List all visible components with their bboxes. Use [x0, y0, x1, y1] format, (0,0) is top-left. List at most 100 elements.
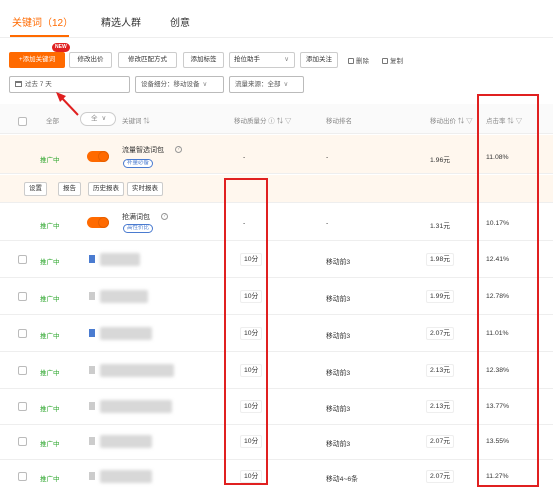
- ctr-value: 12.38%: [486, 367, 510, 374]
- mobile-bid[interactable]: 1.31元: [430, 220, 450, 230]
- edit-match-button[interactable]: 修改匹配方式: [118, 52, 177, 68]
- status-label: 推广中: [40, 441, 60, 448]
- quality-score: 10分: [240, 364, 263, 377]
- calendar-icon: [15, 81, 22, 87]
- column-keyword[interactable]: 关键词 ⇅: [122, 115, 150, 125]
- tab-bar: 关键词（12） 精选人群 创意: [0, 0, 553, 38]
- mobile-rank: 移动前3: [326, 259, 351, 266]
- mobile-bid[interactable]: 2.07元: [426, 470, 455, 483]
- bookmark-icon[interactable]: [89, 255, 95, 263]
- blurred-keyword: [100, 400, 172, 413]
- status-label: 推广中: [40, 406, 60, 413]
- delete-button[interactable]: 删除: [348, 55, 369, 65]
- tab-audience[interactable]: 精选人群: [101, 14, 141, 29]
- table-row: 推广中 10分 移动前3 1.98元 12.41%: [0, 241, 553, 278]
- add-follow-button[interactable]: 添加关注: [300, 52, 338, 68]
- table-row: 推广中 10分 移动前3 1.99元 12.78%: [0, 278, 553, 315]
- status-label: 推广中: [40, 476, 60, 483]
- edit-bid-button[interactable]: 修改出价: [69, 52, 112, 68]
- keyword-name[interactable]: 抢满词包: [122, 212, 150, 222]
- mobile-rank: 移动前3: [326, 406, 351, 413]
- status-label: 推广中: [40, 333, 60, 340]
- help-icon: ?: [175, 146, 182, 153]
- ctr-value: 11.01%: [486, 330, 509, 337]
- rank-helper-label: 抢位助手: [234, 56, 260, 63]
- row-checkbox[interactable]: [18, 292, 27, 301]
- device-select[interactable]: 设备细分：移动设备 ∨: [135, 76, 224, 93]
- add-keyword-button[interactable]: +添加关键词: [9, 52, 65, 68]
- row-actions-bar: [0, 175, 553, 203]
- report-button[interactable]: 报告: [58, 182, 81, 196]
- quality-score: 10分: [240, 470, 263, 483]
- campaign-toggle[interactable]: [87, 217, 109, 228]
- mobile-rank: 移动前3: [326, 296, 351, 303]
- column-ctr[interactable]: 点击率 ⇅ ▽: [486, 115, 522, 125]
- bookmark-icon[interactable]: [89, 366, 95, 374]
- column-mobile-bid[interactable]: 移动出价 ⇅ ▽: [430, 115, 473, 125]
- row-checkbox[interactable]: [18, 329, 27, 338]
- status-label: 推广中: [40, 223, 60, 230]
- select-all-label: 全: [91, 115, 98, 122]
- help-icon: ?: [161, 213, 168, 220]
- keyword-name[interactable]: 流量智选词包: [122, 145, 164, 155]
- chevron-down-icon: ∨: [101, 115, 107, 122]
- column-mobile-quality[interactable]: 移动质量分 ⓘ ⇅ ▽: [234, 115, 291, 125]
- active-tab-indicator: [10, 35, 69, 37]
- row-checkbox[interactable]: [18, 402, 27, 411]
- mobile-bid[interactable]: 2.13元: [426, 400, 455, 413]
- row-checkbox[interactable]: [18, 255, 27, 264]
- status-label: 推广中: [40, 370, 60, 377]
- tab-creative[interactable]: 创意: [170, 14, 190, 29]
- status-label: 推广中: [40, 157, 60, 164]
- table-row: 推广中 流量智选词包 ? 补量必备 - - 1.96元 11.08%: [0, 135, 553, 174]
- quality-score: 10分: [240, 290, 263, 303]
- bookmark-icon[interactable]: [89, 437, 95, 445]
- mobile-bid[interactable]: 2.13元: [426, 364, 455, 377]
- mobile-bid[interactable]: 1.98元: [426, 253, 455, 266]
- copy-icon: [382, 58, 388, 64]
- mobile-rank: 移动前3: [326, 333, 351, 340]
- settings-button[interactable]: 设置: [24, 182, 47, 196]
- mobile-bid[interactable]: 1.96元: [430, 154, 450, 164]
- traffic-source-select[interactable]: 流量来源：全部 ∨: [229, 76, 304, 93]
- mobile-rank: -: [326, 220, 329, 227]
- select-all-dropdown[interactable]: 全 ∨: [80, 112, 116, 126]
- row-checkbox[interactable]: [18, 472, 27, 481]
- quality-score: 10分: [240, 253, 263, 266]
- select-all-checkbox[interactable]: [18, 117, 27, 126]
- bookmark-icon[interactable]: [89, 329, 95, 337]
- row-checkbox[interactable]: [18, 437, 27, 446]
- blurred-keyword: [100, 327, 152, 340]
- realtime-report-button[interactable]: 实时报表: [127, 182, 163, 196]
- bookmark-icon[interactable]: [89, 472, 95, 480]
- blurred-keyword: [100, 290, 148, 303]
- mobile-bid[interactable]: 1.99元: [426, 290, 455, 303]
- row-checkbox[interactable]: [18, 366, 27, 375]
- table-row: 推广中 10分 移动4~6条 2.07元 11.27%: [0, 460, 553, 493]
- mobile-bid[interactable]: 2.07元: [426, 327, 455, 340]
- ctr-value: 11.27%: [486, 473, 509, 480]
- status-label: 推广中: [40, 259, 60, 266]
- blurred-keyword: [100, 253, 140, 266]
- campaign-toggle[interactable]: [87, 151, 109, 162]
- history-report-button[interactable]: 历史报表: [88, 182, 124, 196]
- ctr-value: 13.55%: [486, 438, 510, 445]
- bookmark-icon[interactable]: [89, 292, 95, 300]
- table-row: 推广中 10分 移动前3 2.07元 13.55%: [0, 425, 553, 460]
- copy-button[interactable]: 复制: [382, 55, 403, 65]
- table-row: 推广中 10分 移动前3 2.07元 11.01%: [0, 315, 553, 352]
- column-mobile-rank[interactable]: 移动排名: [326, 115, 352, 125]
- blurred-keyword: [100, 364, 174, 377]
- tab-keywords[interactable]: 关键词（12）: [12, 14, 73, 29]
- add-tag-button[interactable]: 添加标签: [183, 52, 224, 68]
- chevron-down-icon: ∨: [283, 81, 289, 88]
- table-row: 推广中 10分 移动前3 2.13元 13.77%: [0, 389, 553, 425]
- quality-score: 10分: [240, 400, 263, 413]
- bookmark-icon[interactable]: [89, 402, 95, 410]
- rank-helper-dropdown[interactable]: 抢位助手 ∨: [229, 52, 295, 68]
- mobile-rank: 移动前3: [326, 441, 351, 448]
- table-row: 推广中 抢满词包 ? 高性价比 - - 1.31元 10.17%: [0, 204, 553, 241]
- quality-score: -: [243, 154, 246, 161]
- mobile-bid[interactable]: 2.07元: [426, 435, 455, 448]
- table-row: 推广中 10分 移动前3 2.13元 12.38%: [0, 352, 553, 389]
